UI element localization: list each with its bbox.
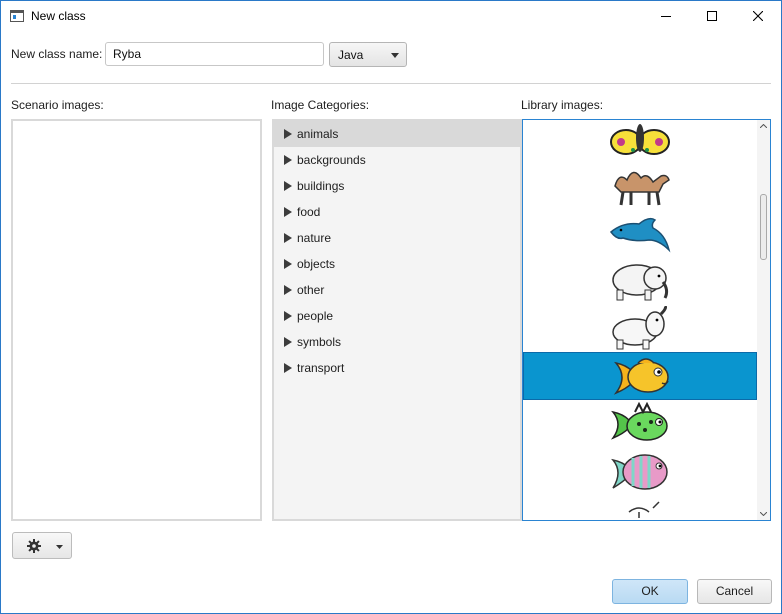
scrollbar-thumb[interactable] (760, 194, 767, 260)
category-item[interactable]: symbols (274, 329, 520, 355)
expand-triangle-icon[interactable] (284, 363, 292, 373)
fly-icon (628, 501, 660, 518)
library-image-item[interactable] (523, 304, 757, 352)
library-image-item[interactable] (523, 160, 757, 208)
maximize-icon (707, 11, 717, 21)
category-label: other (297, 283, 325, 297)
butterfly-icon (610, 124, 670, 155)
library-image-item[interactable] (523, 400, 757, 448)
elephant-icon (612, 264, 669, 301)
fish-icon (613, 358, 669, 395)
language-select-value: Java (338, 48, 364, 62)
expand-triangle-icon[interactable] (284, 155, 292, 165)
camel-icon (614, 171, 670, 206)
scenario-images-label: Scenario images: (11, 98, 104, 112)
fish-3-icon (611, 454, 668, 490)
expand-triangle-icon[interactable] (284, 259, 292, 269)
chevron-down-icon (56, 545, 63, 549)
title-bar[interactable]: New class (1, 1, 781, 32)
category-item[interactable]: transport (274, 355, 520, 381)
class-name-label: New class name: (11, 47, 103, 61)
minimize-icon (661, 16, 671, 17)
category-item[interactable]: people (274, 303, 520, 329)
gear-icon (27, 539, 41, 553)
category-label: transport (297, 361, 345, 375)
library-image-item[interactable] (523, 256, 757, 304)
expand-triangle-icon[interactable] (284, 181, 292, 191)
expand-triangle-icon[interactable] (284, 337, 292, 347)
category-item[interactable]: nature (274, 225, 520, 251)
category-label: nature (297, 231, 332, 245)
category-item[interactable]: other (274, 277, 520, 303)
category-label: buildings (297, 179, 345, 193)
category-label: backgrounds (297, 153, 366, 167)
expand-triangle-icon[interactable] (284, 311, 292, 321)
chevron-down-icon (391, 53, 399, 58)
expand-triangle-icon[interactable] (284, 285, 292, 295)
scroll-up-icon[interactable] (760, 124, 767, 128)
fish-2-icon (610, 402, 668, 441)
class-name-input[interactable] (105, 42, 324, 66)
window-title: New class (31, 9, 86, 23)
library-images-label: Library images: (521, 98, 604, 112)
library-image-item[interactable] (523, 496, 757, 520)
library-image-item[interactable] (523, 448, 757, 496)
category-item[interactable]: buildings (274, 173, 520, 199)
image-categories-label: Image Categories: (271, 98, 370, 112)
settings-menu-button[interactable] (12, 532, 72, 559)
close-button[interactable] (735, 1, 781, 32)
maximize-button[interactable] (689, 1, 735, 32)
elephant-2-icon (612, 306, 667, 350)
ok-button[interactable]: OK (612, 579, 688, 604)
category-item[interactable]: food (274, 199, 520, 225)
library-scrollbar[interactable] (757, 120, 770, 520)
library-images-list[interactable] (522, 119, 771, 521)
library-image-item[interactable] (523, 352, 757, 400)
expand-triangle-icon[interactable] (284, 207, 292, 217)
category-item[interactable]: objects (274, 251, 520, 277)
close-icon (753, 11, 763, 21)
image-categories-list[interactable]: animals backgrounds buildings food nature obj… (272, 119, 522, 521)
category-label: food (297, 205, 321, 219)
separator (11, 83, 771, 84)
library-image-item[interactable] (523, 120, 757, 160)
new-class-dialog: New class New class name: Java Scenario … (0, 0, 782, 614)
app-window-icon (10, 10, 24, 22)
scroll-down-icon[interactable] (760, 512, 767, 516)
minimize-button[interactable] (643, 1, 689, 32)
category-label: symbols (297, 335, 342, 349)
category-label: objects (297, 257, 336, 271)
expand-triangle-icon[interactable] (284, 129, 292, 139)
category-label: people (297, 309, 334, 323)
language-select[interactable]: Java (329, 42, 407, 67)
category-label: animals (297, 127, 339, 141)
expand-triangle-icon[interactable] (284, 233, 292, 243)
library-image-item[interactable] (523, 208, 757, 256)
category-item[interactable]: backgrounds (274, 147, 520, 173)
dolphin-icon (609, 217, 671, 253)
cancel-button[interactable]: Cancel (697, 579, 772, 604)
scenario-images-list[interactable] (11, 119, 262, 521)
category-item[interactable]: animals (274, 121, 520, 147)
